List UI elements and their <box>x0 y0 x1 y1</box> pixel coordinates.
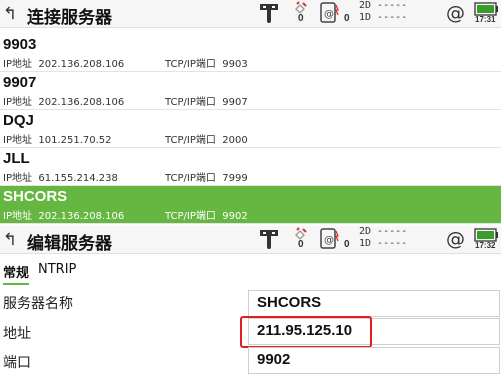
svg-text:@: @ <box>446 2 465 24</box>
server-name: DQJ <box>3 112 34 129</box>
edit-status-bar: ↰ 编辑服务器 0 @ 0 2D ----- 1D ----- @ 17:32 <box>0 226 501 254</box>
tab-general[interactable]: 常规 <box>3 262 30 285</box>
link-count: 0 <box>344 239 350 250</box>
server-address: IP地址 202.136.208.106 <box>3 59 125 70</box>
server-port: TCP/IP端口 9902 <box>165 211 248 222</box>
server-name-field[interactable]: SHCORS <box>248 290 500 317</box>
svg-text:@: @ <box>324 9 334 20</box>
network-at-icon: @ <box>446 2 465 24</box>
page-title: 编辑服务器 <box>27 234 112 254</box>
gnss-antenna-icon <box>260 230 278 249</box>
server-name: SHCORS <box>3 188 68 205</box>
data-link-icon: @ <box>320 228 339 249</box>
gnss-antenna-icon <box>260 4 278 23</box>
svg-text:@: @ <box>446 228 465 250</box>
top-status-bar: ↰ 连接服务器 0 @ 0 2D ----- 1D ----- @ 17:31 <box>0 0 501 28</box>
server-name: 9907 <box>3 74 37 91</box>
server-name: 9903 <box>3 36 37 53</box>
clock-time: 17:32 <box>475 241 496 250</box>
address-label: 地址 <box>3 326 31 342</box>
diff-2d-readout: 2D ----- <box>359 226 408 237</box>
back-arrow-icon[interactable]: ↰ <box>3 230 17 250</box>
list-item[interactable]: DQJ IP地址 101.251.70.52 TCP/IP端口 2000 <box>0 110 501 148</box>
satellite-count: 0 <box>298 13 304 24</box>
page-title: 连接服务器 <box>27 8 112 28</box>
diff-1d-readout: 1D ----- <box>359 238 408 249</box>
edit-tabs: 常规 NTRIP <box>0 258 501 285</box>
highlight-box <box>240 316 372 348</box>
battery-icon <box>474 2 498 16</box>
server-port: TCP/IP端口 9907 <box>165 97 248 108</box>
network-at-icon: @ <box>446 228 465 250</box>
server-port: TCP/IP端口 2000 <box>165 135 248 146</box>
port-field[interactable]: 9902 <box>248 347 500 374</box>
back-arrow-icon[interactable]: ↰ <box>3 4 17 24</box>
server-address: IP地址 202.136.208.106 <box>3 97 125 108</box>
port-label: 端口 <box>3 355 31 371</box>
server-name-value: SHCORS <box>257 294 322 311</box>
list-item[interactable]: 9907 IP地址 202.136.208.106 TCP/IP端口 9907 <box>0 72 501 110</box>
server-address: IP地址 202.136.208.106 <box>3 211 125 222</box>
diff-2d-readout: 2D ----- <box>359 0 408 11</box>
tab-ntrip[interactable]: NTRIP <box>38 262 76 277</box>
data-link-icon: @ <box>320 2 339 23</box>
clock-time: 17:31 <box>475 15 496 24</box>
diff-1d-readout: 1D ----- <box>359 12 408 23</box>
satellite-count: 0 <box>298 239 304 250</box>
server-address: IP地址 61.155.214.238 <box>3 173 118 184</box>
battery-icon <box>474 228 498 242</box>
list-item[interactable]: 9903 IP地址 202.136.208.106 TCP/IP端口 9903 <box>0 34 501 72</box>
server-name-label: 服务器名称 <box>3 296 73 312</box>
server-port: TCP/IP端口 9903 <box>165 59 248 70</box>
link-count: 0 <box>344 13 350 24</box>
port-value: 9902 <box>257 351 291 368</box>
server-port: TCP/IP端口 7999 <box>165 173 248 184</box>
list-item[interactable]: JLL IP地址 61.155.214.238 TCP/IP端口 7999 <box>0 148 501 186</box>
list-item-selected[interactable]: SHCORS IP地址 202.136.208.106 TCP/IP端口 990… <box>0 186 501 224</box>
server-name: JLL <box>3 150 30 167</box>
svg-text:@: @ <box>324 235 334 246</box>
server-address: IP地址 101.251.70.52 <box>3 135 112 146</box>
server-list: 9903 IP地址 202.136.208.106 TCP/IP端口 9903 … <box>0 34 501 224</box>
